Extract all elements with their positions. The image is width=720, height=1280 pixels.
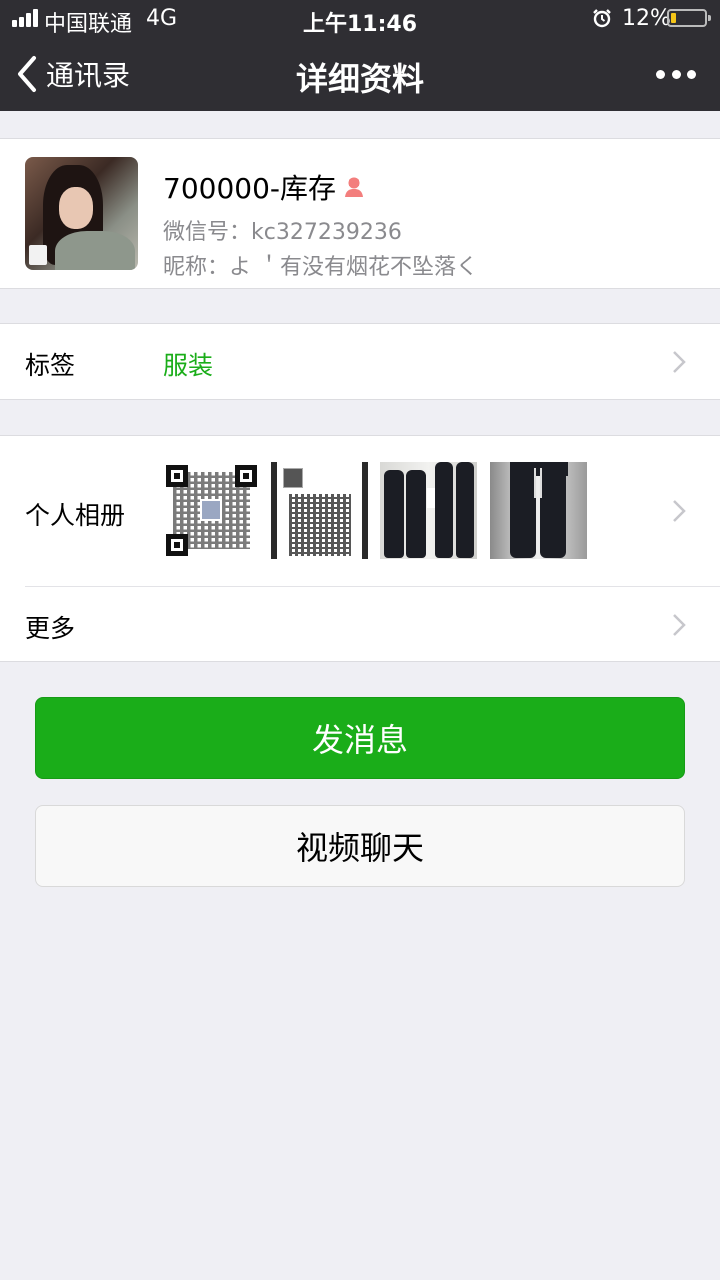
chevron-right-icon bbox=[673, 500, 686, 522]
album-thumbnail bbox=[271, 462, 368, 559]
album-card: 个人相册 更多 bbox=[0, 435, 720, 662]
alarm-icon bbox=[593, 9, 611, 28]
send-message-button[interactable]: 发消息 bbox=[35, 697, 685, 779]
avatar[interactable] bbox=[25, 157, 138, 270]
status-time: 上午11:46 bbox=[302, 12, 418, 37]
navigation-bar: 通讯录 详细资料 bbox=[0, 38, 720, 111]
female-icon bbox=[345, 177, 363, 197]
album-thumbnail bbox=[163, 462, 260, 559]
top-bar: 中国联通 4G 上午11:46 12% 通讯录 详细资料 bbox=[0, 0, 720, 111]
more-dot bbox=[671, 69, 681, 79]
battery-percent: 12% bbox=[622, 6, 671, 31]
profile-card: 700000-库存 微信号：kc327239236 昵称：よ ＇有没有烟花不坠落… bbox=[0, 138, 720, 289]
chevron-right-icon bbox=[673, 351, 686, 373]
battery-icon bbox=[667, 9, 711, 27]
tag-label: 标签 bbox=[25, 351, 76, 380]
more-label: 更多 bbox=[25, 614, 76, 643]
wechat-id: 微信号：kc327239236 bbox=[163, 220, 402, 245]
contact-name: 700000-库存 bbox=[163, 172, 336, 205]
more-info-row[interactable]: 更多 bbox=[0, 587, 720, 663]
album-thumbnail bbox=[380, 462, 477, 559]
album-row[interactable]: 个人相册 bbox=[0, 436, 720, 586]
more-dot bbox=[656, 69, 665, 79]
album-label: 个人相册 bbox=[25, 501, 126, 530]
more-dot bbox=[687, 69, 696, 79]
chevron-right-icon bbox=[673, 614, 686, 636]
tag-value: 服装 bbox=[163, 351, 214, 380]
video-call-button[interactable]: 视频聊天 bbox=[35, 805, 685, 887]
page-title: 详细资料 bbox=[295, 60, 424, 98]
nickname: 昵称：よ ＇有没有烟花不坠落く bbox=[163, 255, 478, 280]
status-bar: 中国联通 4G 上午11:46 12% bbox=[0, 0, 720, 38]
profile-name-line: 700000-库存 bbox=[163, 167, 366, 207]
album-thumbnail bbox=[490, 462, 587, 559]
more-button[interactable] bbox=[656, 64, 696, 84]
tag-row[interactable]: 标签 服装 bbox=[0, 323, 720, 400]
